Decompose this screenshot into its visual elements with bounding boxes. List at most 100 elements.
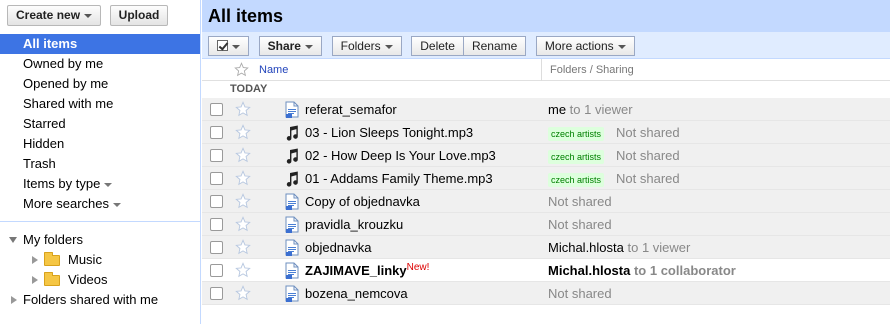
file-name-link[interactable]: objednavka	[305, 236, 372, 259]
expanded-triangle-icon[interactable]	[9, 237, 17, 243]
nav-item-starred[interactable]: Starred	[0, 114, 200, 134]
file-name: pravidla_krouzku	[305, 217, 404, 232]
chevron-down-icon	[304, 44, 313, 49]
file-name-link[interactable]: 02 - How Deep Is Your Love.mp3	[305, 144, 496, 167]
file-row[interactable]: referat_semafor me to 1 viewer	[202, 98, 890, 121]
row-checkbox[interactable]	[210, 172, 223, 185]
nav-item-shared-with-me[interactable]: Shared with me	[0, 94, 200, 114]
file-row[interactable]: 01 - Addams Family Theme.mp3 czech artist…	[202, 167, 890, 190]
star-icon[interactable]	[235, 262, 251, 281]
page-header: All items	[202, 0, 890, 32]
file-name: Copy of objednavka	[305, 194, 420, 209]
tree-label: Music	[68, 252, 102, 267]
nav-item-label: More searches	[23, 196, 109, 211]
file-name: ZAJIMAVE_linky	[305, 263, 407, 278]
collapsed-triangle-icon[interactable]	[32, 276, 38, 284]
file-row[interactable]: Copy of objednavka Not shared	[202, 190, 890, 213]
file-name: objednavka	[305, 240, 372, 255]
chevron-down-icon	[112, 202, 121, 207]
row-checkbox[interactable]	[210, 103, 223, 116]
star-icon[interactable]	[235, 285, 251, 304]
star-icon[interactable]	[235, 170, 251, 189]
folder-label-badge[interactable]: czech artists	[548, 172, 605, 187]
file-name-link[interactable]: 03 - Lion Sleeps Tonight.mp3	[305, 121, 473, 144]
share-button[interactable]: Share	[258, 36, 322, 56]
star-icon[interactable]	[235, 147, 251, 166]
row-checkbox[interactable]	[210, 149, 223, 162]
create-new-button[interactable]: Create new	[7, 5, 102, 26]
document-icon	[285, 239, 299, 256]
row-checkbox[interactable]	[210, 218, 223, 231]
folder-label-badge[interactable]: czech artists	[548, 126, 605, 141]
rename-button[interactable]: Rename	[462, 36, 527, 56]
chevron-down-icon	[84, 13, 93, 18]
folders-button[interactable]: Folders	[331, 36, 402, 56]
row-checkbox[interactable]	[210, 241, 223, 254]
sharing-column-header[interactable]: Folders / Sharing	[541, 59, 634, 81]
nav-item-more-searches[interactable]: More searches	[0, 194, 200, 214]
star-icon[interactable]	[235, 101, 251, 120]
sharing-status: Not shared	[616, 148, 680, 163]
tree-folder-music[interactable]: Music	[0, 250, 200, 270]
nav-item-all-items[interactable]: All items	[0, 34, 200, 54]
delete-button[interactable]: Delete	[411, 36, 463, 56]
folder-tree: My folders Music Videos Folders shared w…	[0, 230, 200, 310]
file-list: referat_semafor me to 1 viewer 03 - Lion S…	[202, 98, 890, 305]
more-actions-label: More actions	[544, 39, 614, 53]
file-row[interactable]: ZAJIMAVE_linkyNew! Michal.hlosta to 1 col…	[202, 259, 890, 282]
tree-folders-shared[interactable]: Folders shared with me	[0, 290, 200, 310]
nav-item-trash[interactable]: Trash	[0, 154, 200, 174]
sharing-info: Not shared	[548, 190, 612, 213]
sharing-info: czech artists Not shared	[548, 167, 680, 190]
nav-item-hidden[interactable]: Hidden	[0, 134, 200, 154]
delete-label: Delete	[420, 39, 455, 53]
star-icon[interactable]	[235, 124, 251, 143]
file-row[interactable]: pravidla_krouzku Not shared	[202, 213, 890, 236]
document-icon	[285, 101, 299, 118]
file-row[interactable]: bozena_nemcova Not shared	[202, 282, 890, 305]
sharing-status: Not shared	[616, 125, 680, 140]
star-icon[interactable]	[235, 239, 251, 258]
file-name-link[interactable]: referat_semafor	[305, 98, 397, 121]
file-row[interactable]: 03 - Lion Sleeps Tonight.mp3 czech artist…	[202, 121, 890, 144]
nav-item-owned-by-me[interactable]: Owned by me	[0, 54, 200, 74]
file-name-link[interactable]: Copy of objednavka	[305, 190, 420, 213]
row-checkbox[interactable]	[210, 287, 223, 300]
more-actions-button[interactable]: More actions	[535, 36, 635, 56]
file-name-link[interactable]: bozena_nemcova	[305, 282, 408, 305]
select-menu-button[interactable]	[208, 36, 249, 56]
file-name: 01 - Addams Family Theme.mp3	[305, 171, 493, 186]
file-row[interactable]: 02 - How Deep Is Your Love.mp3 czech arti…	[202, 144, 890, 167]
chevron-down-icon	[617, 44, 626, 49]
sharing-status: Not shared	[616, 171, 680, 186]
row-checkbox[interactable]	[210, 126, 223, 139]
sharing-info: czech artists Not shared	[548, 121, 680, 144]
row-checkbox[interactable]	[210, 264, 223, 277]
nav-item-label: Items by type	[23, 176, 101, 191]
file-name-link[interactable]: ZAJIMAVE_linkyNew!	[305, 259, 429, 282]
sharing-status: to 1 viewer	[623, 240, 691, 255]
folder-label-badge[interactable]: czech artists	[548, 149, 605, 164]
name-column-header[interactable]: Name	[259, 64, 288, 76]
tree-folder-videos[interactable]: Videos	[0, 270, 200, 290]
nav-item-items-by-type[interactable]: Items by type	[0, 174, 200, 194]
nav-item-opened-by-me[interactable]: Opened by me	[0, 74, 200, 94]
file-row[interactable]: objednavka Michal.hlosta to 1 viewer	[202, 236, 890, 259]
collapsed-triangle-icon[interactable]	[32, 256, 38, 264]
star-icon[interactable]	[235, 216, 251, 235]
tree-label: Folders shared with me	[23, 292, 159, 307]
rename-label: Rename	[471, 39, 518, 53]
file-name: 02 - How Deep Is Your Love.mp3	[305, 148, 496, 163]
upload-button[interactable]: Upload	[109, 5, 169, 26]
action-toolbar: Share Folders Delete Rename More actions	[202, 32, 890, 59]
row-checkbox[interactable]	[210, 195, 223, 208]
tree-my-folders[interactable]: My folders	[0, 230, 200, 250]
file-name-link[interactable]: pravidla_krouzku	[305, 213, 403, 236]
collapsed-triangle-icon[interactable]	[11, 296, 17, 304]
sidebar-top-buttons: Create new Upload	[0, 0, 200, 34]
sharing-status: to 1 viewer	[566, 102, 633, 117]
star-column-icon[interactable]	[234, 62, 249, 80]
nav-item-label: Opened by me	[23, 76, 109, 91]
file-name-link[interactable]: 01 - Addams Family Theme.mp3	[305, 167, 493, 190]
star-icon[interactable]	[235, 193, 251, 212]
